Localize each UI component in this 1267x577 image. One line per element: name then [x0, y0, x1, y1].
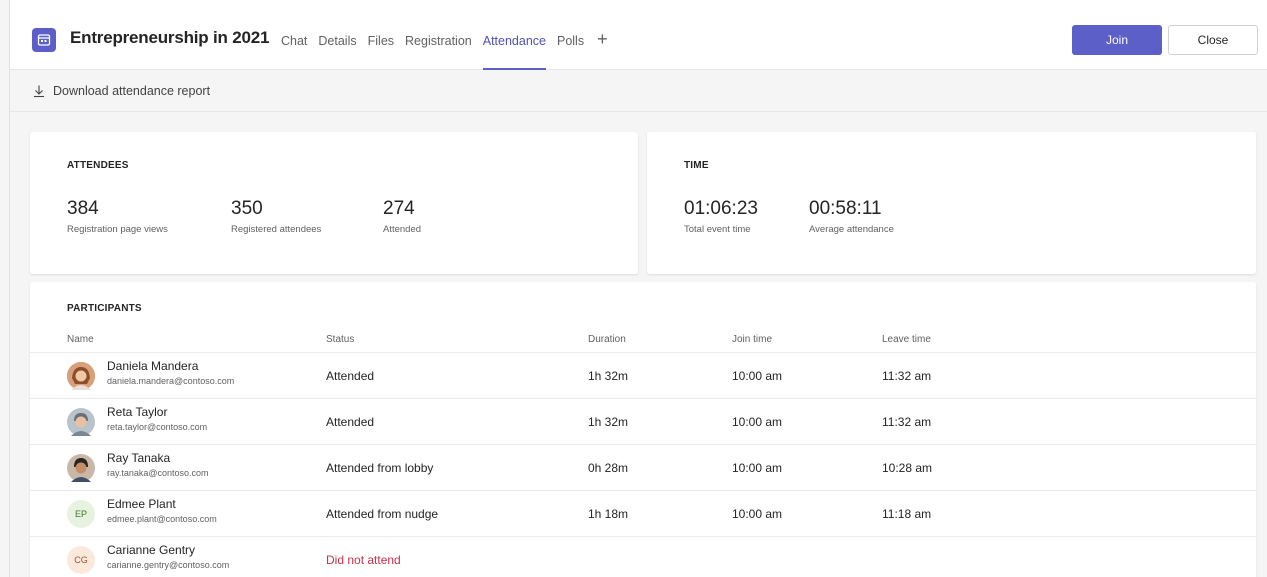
column-header-duration[interactable]: Duration	[588, 334, 626, 345]
stat-value: 384	[67, 198, 99, 219]
status-cell: Attended from lobby	[326, 461, 434, 475]
duration-cell: 1h 18m	[588, 507, 629, 521]
tab-bar: Chat Details Files Registration Attendan…	[281, 0, 608, 70]
stat-value: 350	[231, 198, 263, 219]
average-attendance-stat: 00:58:11 Average attendance	[809, 198, 894, 235]
table-row[interactable]: Daniela Mandera daniela.mandera@contoso.…	[30, 352, 1256, 390]
duration-cell: 1h 32m	[588, 369, 629, 383]
column-header-join-time[interactable]: Join time	[732, 334, 772, 345]
table-row[interactable]: EP Edmee Plant edmee.plant@contoso.com A…	[30, 490, 1256, 528]
participant-name: Ray Tanaka	[107, 451, 171, 465]
leave-time-cell: 11:32 am	[882, 369, 932, 383]
tab-attendance[interactable]: Attendance	[482, 0, 547, 70]
leave-time-cell: 11:18 am	[882, 507, 932, 521]
column-header-status[interactable]: Status	[326, 334, 354, 345]
tab-files[interactable]: Files	[368, 0, 394, 70]
stat-label: Total event time	[684, 224, 751, 235]
teams-meeting-window: Entrepreneurship in 2021 Chat Details Fi…	[9, 0, 1267, 577]
registration-page-views-stat: 384 Registration page views	[67, 198, 168, 235]
participant-name: Reta Taylor	[107, 405, 168, 419]
leave-time-cell: 10:28 am	[882, 461, 933, 475]
participant-name: Daniela Mandera	[107, 359, 199, 373]
participants-section-label: PARTICIPANTS	[67, 303, 142, 314]
attendees-card: ATTENDEES 384 Registration page views 35…	[30, 132, 638, 274]
status-cell: Attended	[326, 415, 375, 429]
total-event-time-stat: 01:06:23 Total event time	[684, 198, 758, 235]
duration-cell: 1h 32m	[588, 415, 629, 429]
join-button[interactable]: Join	[1072, 25, 1162, 55]
participant-email: ray.tanaka@contoso.com	[107, 468, 209, 478]
add-tab-icon[interactable]: +	[597, 0, 608, 70]
tab-details[interactable]: Details	[318, 0, 356, 70]
avatar	[67, 362, 95, 390]
duration-cell: 0h 28m	[588, 461, 629, 475]
participants-card: PARTICIPANTS Name Status Duration Join t…	[30, 282, 1256, 577]
download-icon	[32, 84, 46, 98]
stat-label: Average attendance	[809, 224, 894, 235]
download-report-label: Download attendance report	[53, 83, 211, 98]
status-cell: Did not attend	[326, 553, 401, 567]
join-time-cell: 10:00 am	[732, 507, 783, 521]
status-cell: Attended from nudge	[326, 507, 439, 521]
calendar-icon	[32, 28, 56, 52]
participant-email: reta.taylor@contoso.com	[107, 422, 208, 432]
column-header-name[interactable]: Name	[67, 334, 94, 345]
join-time-cell: 10:00 am	[732, 415, 783, 429]
participant-email: carianne.gentry@contoso.com	[107, 560, 230, 570]
meeting-header: Entrepreneurship in 2021 Chat Details Fi…	[10, 0, 1267, 70]
registered-attendees-stat: 350 Registered attendees	[231, 198, 321, 235]
join-time-cell: 10:00 am	[732, 369, 783, 383]
column-header-leave-time[interactable]: Leave time	[882, 334, 931, 345]
stat-label: Registration page views	[67, 224, 168, 235]
time-card: TIME 01:06:23 Total event time 00:58:11 …	[647, 132, 1256, 274]
stat-value: 00:58:11	[809, 198, 882, 219]
tab-registration[interactable]: Registration	[405, 0, 472, 70]
attendees-section-label: ATTENDEES	[67, 160, 129, 171]
time-section-label: TIME	[684, 160, 709, 171]
close-button[interactable]: Close	[1168, 25, 1258, 55]
stat-value: 274	[383, 198, 415, 219]
attended-stat: 274 Attended	[383, 198, 421, 235]
table-row[interactable]: CG Carianne Gentry carianne.gentry@conto…	[30, 536, 1256, 574]
participant-name: Carianne Gentry	[107, 543, 196, 557]
meeting-title: Entrepreneurship in 2021	[70, 28, 270, 47]
join-time-cell: 10:00 am	[732, 461, 783, 475]
avatar: EP	[67, 500, 95, 528]
tab-chat[interactable]: Chat	[281, 0, 307, 70]
stat-label: Attended	[383, 224, 422, 235]
table-row[interactable]: Ray Tanaka ray.tanaka@contoso.com Attend…	[30, 444, 1256, 482]
download-report-button[interactable]: Download attendance report	[10, 70, 1267, 112]
leave-time-cell: 11:32 am	[882, 415, 932, 429]
stat-value: 01:06:23	[684, 198, 758, 219]
participant-name: Edmee Plant	[107, 497, 176, 511]
avatar	[67, 454, 95, 482]
avatar	[67, 408, 95, 436]
participant-email: edmee.plant@contoso.com	[107, 514, 217, 524]
stat-label: Registered attendees	[231, 224, 322, 235]
tab-polls[interactable]: Polls	[557, 0, 584, 70]
status-cell: Attended	[326, 369, 375, 383]
participant-email: daniela.mandera@contoso.com	[107, 376, 235, 386]
avatar: CG	[67, 546, 95, 574]
table-row[interactable]: Reta Taylor reta.taylor@contoso.com Atte…	[30, 398, 1256, 436]
